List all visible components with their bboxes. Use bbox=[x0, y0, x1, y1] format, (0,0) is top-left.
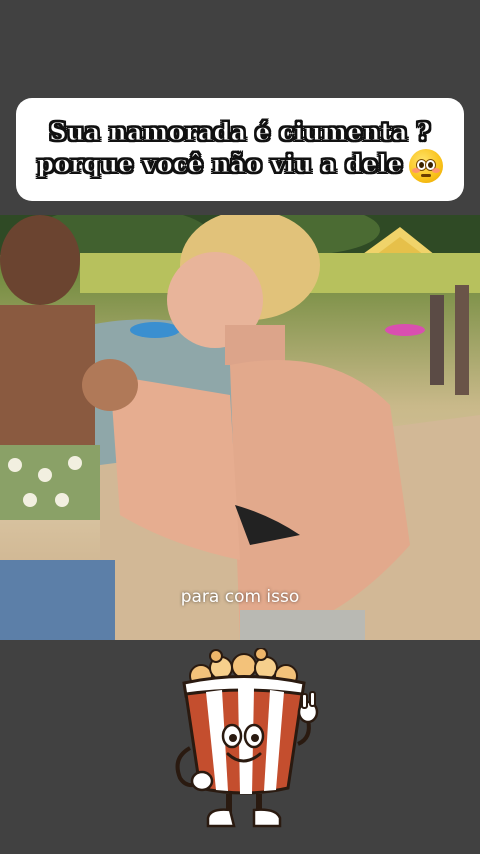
video-subtitle: para com isso bbox=[180, 587, 300, 607]
caption-line-1: Sua namorada é ciumenta ? bbox=[49, 117, 431, 147]
flushed-face-icon bbox=[408, 148, 443, 183]
video-frame[interactable]: para com isso bbox=[0, 215, 480, 640]
caption-line-2-wrap: porque você não viu a dele bbox=[37, 148, 443, 183]
caption-card: Sua namorada é ciumenta ? porque você nã… bbox=[16, 98, 464, 201]
caption-line-2: porque você não viu a dele bbox=[37, 149, 404, 179]
popcorn-bucket-mascot-icon bbox=[175, 648, 319, 828]
beach-scene-illustration bbox=[0, 215, 480, 640]
